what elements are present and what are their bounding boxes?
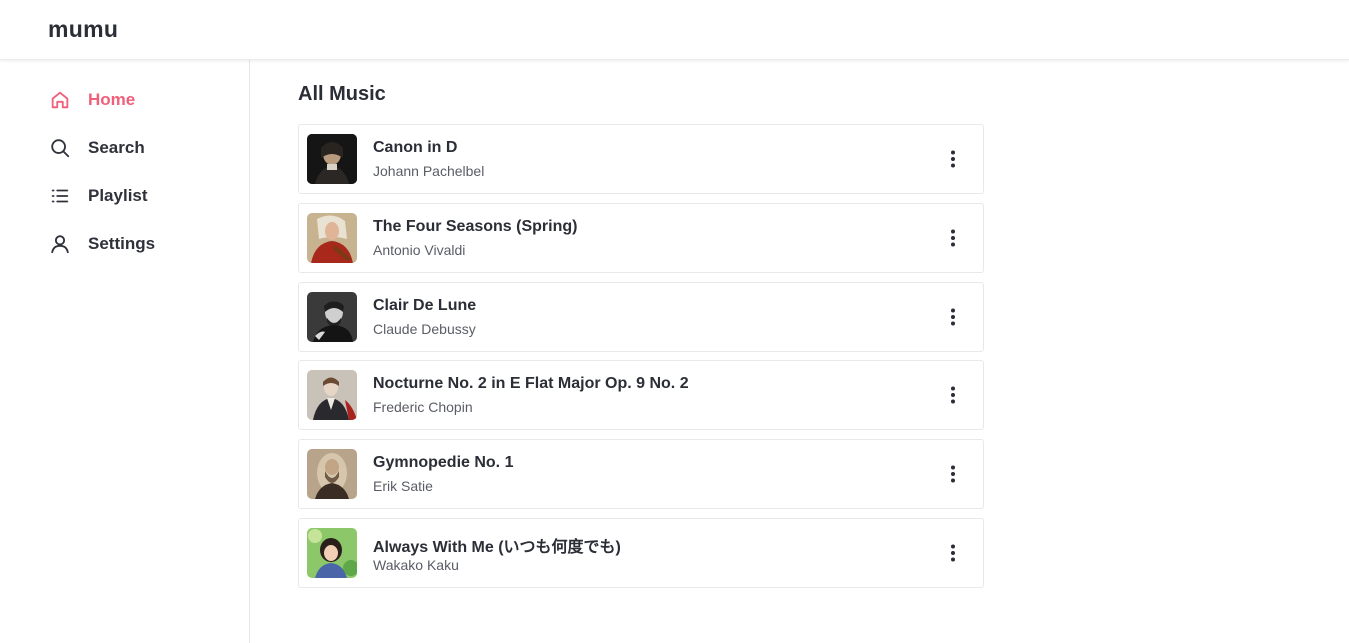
album-cover <box>307 370 357 420</box>
track-artist: Wakako Kaku <box>373 557 459 573</box>
home-icon <box>48 88 72 112</box>
track-title: Gymnopedie No. 1 <box>373 454 514 471</box>
more-options-button[interactable] <box>939 460 967 488</box>
app-logo[interactable]: mumu <box>48 16 118 43</box>
track-title: Canon in D <box>373 139 458 156</box>
track-artist: Claude Debussy <box>373 321 476 337</box>
vertical-dots-icon <box>951 386 955 404</box>
album-cover <box>307 134 357 184</box>
vertical-dots-icon <box>951 229 955 247</box>
search-icon <box>48 136 72 160</box>
sidebar-item-home[interactable]: Home <box>48 85 228 115</box>
sidebar-item-playlist[interactable]: Playlist <box>48 181 228 211</box>
sidebar-item-label: Search <box>88 138 145 157</box>
sidebar-item-label: Playlist <box>88 186 148 205</box>
track-artist: Antonio Vivaldi <box>373 242 466 258</box>
top-bar: mumu <box>0 0 1349 60</box>
track-row[interactable]: Canon in D Johann Pachelbel <box>298 124 984 194</box>
album-cover <box>307 528 357 578</box>
main-content: All Music Canon in D Johann Pachelbel Th… <box>250 60 1349 643</box>
album-cover <box>307 449 357 499</box>
track-row[interactable]: Nocturne No. 2 in E Flat Major Op. 9 No.… <box>298 360 984 430</box>
album-cover <box>307 292 357 342</box>
user-icon <box>48 232 72 256</box>
track-row[interactable]: Clair De Lune Claude Debussy <box>298 282 984 352</box>
track-row[interactable]: Always With Me (いつも何度でも) Wakako Kaku <box>298 518 984 588</box>
vertical-dots-icon <box>951 308 955 326</box>
album-cover <box>307 213 357 263</box>
track-artist: Erik Satie <box>373 478 433 494</box>
track-artist: Johann Pachelbel <box>373 163 485 179</box>
vertical-dots-icon <box>951 544 955 562</box>
track-title: Clair De Lune <box>373 297 477 314</box>
vertical-dots-icon <box>951 150 955 168</box>
track-row[interactable]: The Four Seasons (Spring) Antonio Vivald… <box>298 203 984 273</box>
vertical-dots-icon <box>951 465 955 483</box>
page-title: All Music <box>298 83 386 105</box>
more-options-button[interactable] <box>939 381 967 409</box>
sidebar-item-label: Home <box>88 90 136 109</box>
track-title: Always With Me (いつも何度でも) <box>373 539 621 556</box>
sidebar-item-label: Settings <box>88 234 156 253</box>
sidebar-item-settings[interactable]: Settings <box>48 229 228 259</box>
more-options-button[interactable] <box>939 539 967 567</box>
sidebar: Home Search Playlist Settings <box>0 60 250 643</box>
more-options-button[interactable] <box>939 145 967 173</box>
more-options-button[interactable] <box>939 303 967 331</box>
more-options-button[interactable] <box>939 224 967 252</box>
track-row[interactable]: Gymnopedie No. 1 Erik Satie <box>298 439 984 509</box>
list-icon <box>48 184 72 208</box>
track-title: Nocturne No. 2 in E Flat Major Op. 9 No.… <box>373 375 689 392</box>
track-artist: Frederic Chopin <box>373 399 473 415</box>
sidebar-item-search[interactable]: Search <box>48 133 228 163</box>
track-title: The Four Seasons (Spring) <box>373 218 578 235</box>
